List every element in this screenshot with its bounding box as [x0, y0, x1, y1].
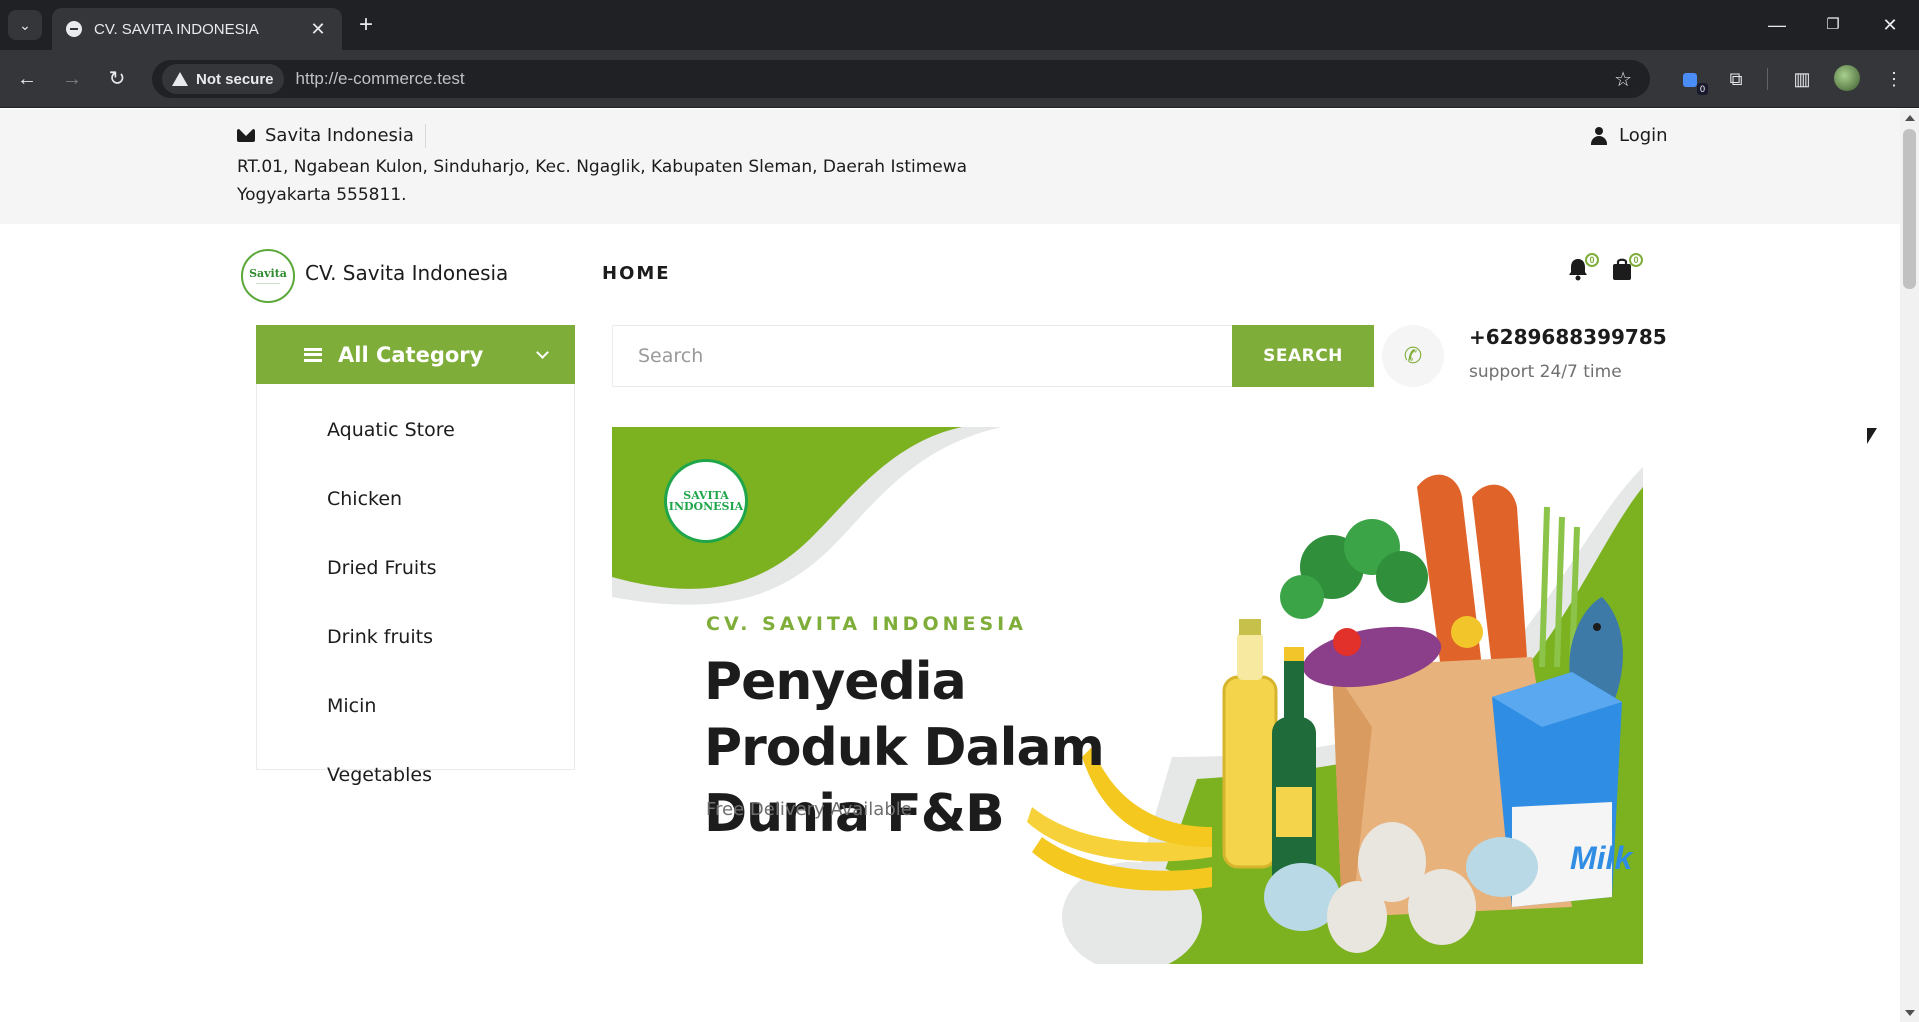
hero-logo: SAVITA INDONESIA	[664, 459, 748, 543]
close-icon[interactable]: ✕	[308, 19, 328, 40]
login-label: Login	[1619, 125, 1668, 146]
toolbar-divider	[1767, 68, 1768, 90]
security-label: Not secure	[196, 70, 274, 88]
back-button[interactable]: ←	[10, 62, 44, 96]
top-info-bar: Savita Indonesia RT.01, Ngabean Kulon, S…	[0, 109, 1900, 224]
top-email[interactable]: Savita Indonesia	[237, 125, 414, 146]
restore-button[interactable]: ❐	[1813, 10, 1853, 40]
mouse-cursor-icon	[1867, 428, 1877, 444]
cart-badge: 0	[1629, 253, 1643, 267]
search-box	[612, 325, 1233, 387]
category-item-dried-fruits[interactable]: Dried Fruits	[257, 534, 574, 603]
search-input[interactable]	[613, 326, 1232, 386]
phone-icon: ✆	[1382, 325, 1444, 387]
browser-tab[interactable]: CV. SAVITA INDONESIA ✕	[52, 8, 342, 50]
milk-label: Milk	[1570, 840, 1634, 876]
scroll-thumb[interactable]	[1903, 129, 1916, 289]
extension-badge: 0	[1696, 83, 1708, 95]
hamburger-icon	[304, 347, 322, 362]
brand-logo-text: Savita	[249, 267, 287, 280]
category-item-drink-fruits[interactable]: Drink fruits	[257, 603, 574, 672]
forward-button[interactable]: →	[55, 62, 89, 96]
page-scrollbar[interactable]	[1900, 109, 1919, 1022]
puzzle-icon[interactable]: ⧉	[1722, 65, 1750, 93]
hero-banner[interactable]: Milk SAVITA INDONESIA CV. SAVITA INDONES…	[612, 427, 1643, 964]
all-category-toggle[interactable]: All Category	[256, 325, 575, 384]
profile-avatar[interactable]	[1834, 65, 1860, 91]
category-list: Aquatic Store Chicken Dried Fruits Drink…	[256, 384, 575, 786]
warning-icon	[172, 72, 188, 86]
brand-name[interactable]: CV. Savita Indonesia	[305, 261, 508, 285]
extension-icon[interactable]: 0	[1676, 65, 1708, 95]
address-bar[interactable]: Not secure http://e-commerce.test ☆	[152, 60, 1650, 98]
tab-search-button[interactable]: ⌄	[8, 10, 42, 40]
hero-tagline: CV. SAVITA INDONESIA	[706, 613, 1027, 635]
url-text[interactable]: http://e-commerce.test	[296, 69, 1615, 89]
company-address: RT.01, Ngabean Kulon, Sinduharjo, Kec. N…	[237, 157, 968, 205]
page-viewport: Savita Indonesia RT.01, Ngabean Kulon, S…	[0, 109, 1900, 1022]
scroll-up-icon[interactable]	[1905, 115, 1915, 121]
email-label: Savita Indonesia	[265, 125, 414, 146]
bell-icon[interactable]: 0	[1567, 253, 1599, 281]
favicon-icon	[66, 21, 82, 37]
support-text: support 24/7 time	[1469, 362, 1622, 382]
tab-title: CV. SAVITA INDONESIA	[94, 20, 259, 38]
category-item-vegetables[interactable]: Vegetables	[257, 741, 574, 810]
category-item-micin[interactable]: Micin	[257, 672, 574, 741]
chevron-down-icon	[536, 345, 549, 359]
new-tab-button[interactable]: +	[352, 12, 380, 40]
envelope-icon	[237, 129, 255, 142]
nav-home-link[interactable]: HOME	[602, 263, 671, 284]
minimize-button[interactable]: —	[1757, 10, 1797, 40]
side-panel-icon[interactable]: ▥	[1788, 65, 1816, 93]
shopping-bag-icon[interactable]: 0	[1611, 253, 1643, 281]
category-item-chicken[interactable]: Chicken	[257, 465, 574, 534]
search-button[interactable]: SEARCH	[1232, 325, 1374, 387]
security-chip[interactable]: Not secure	[162, 64, 284, 94]
scroll-down-icon[interactable]	[1905, 1010, 1915, 1016]
hero-subtitle: Free Delivery Available	[706, 799, 912, 820]
notification-badge: 0	[1585, 253, 1599, 267]
hero-logo-line2: INDONESIA	[668, 500, 744, 513]
star-icon[interactable]: ☆	[1614, 67, 1632, 92]
brand-logo-subtext: ——————	[256, 280, 280, 285]
chevron-down-icon: ⌄	[19, 16, 31, 33]
phone-number: +6289688399785	[1469, 325, 1667, 349]
brand-logo[interactable]: Savita ——————	[241, 249, 295, 303]
browser-toolbar: ← → ↻ Not secure http://e-commerce.test …	[0, 50, 1919, 108]
kebab-menu-icon[interactable]: ⋮	[1880, 65, 1908, 93]
browser-tabstrip: ⌄ CV. SAVITA INDONESIA ✕ + — ❐ ✕	[0, 0, 1919, 50]
all-category-title: All Category	[338, 342, 484, 367]
category-item-aquatic-store[interactable]: Aquatic Store	[257, 396, 574, 465]
user-icon	[1591, 126, 1607, 145]
window-close-button[interactable]: ✕	[1870, 10, 1910, 40]
reload-button[interactable]: ↻	[100, 62, 134, 96]
login-link[interactable]: Login	[1591, 125, 1668, 146]
top-divider	[425, 124, 426, 148]
